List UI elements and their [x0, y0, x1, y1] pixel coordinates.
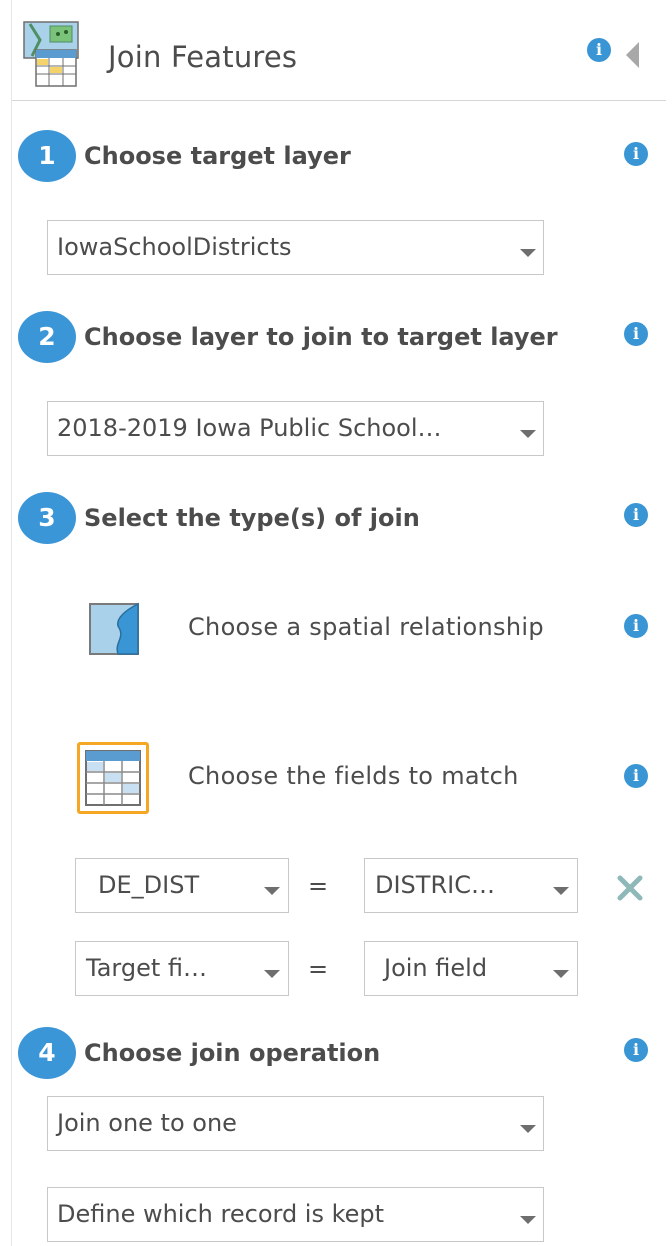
join-operation-value: Join one to one: [57, 1109, 237, 1137]
spatial-relationship-label[interactable]: Choose a spatial relationship: [188, 613, 544, 641]
spatial-relationship-icon[interactable]: [88, 602, 140, 656]
join-operation-dropdown[interactable]: Join one to one: [47, 1096, 544, 1151]
join-features-icon: [23, 21, 79, 87]
panel-header: Join Features i: [0, 0, 672, 101]
target-field-dropdown[interactable]: Target fi…: [75, 941, 289, 996]
join-field-dropdown[interactable]: DISTRIC…: [364, 858, 578, 913]
chevron-down-icon: [520, 1216, 536, 1224]
target-field-value: DE_DIST: [98, 871, 200, 899]
close-x-icon[interactable]: [614, 872, 646, 904]
step-4-label: Choose join operation: [84, 1039, 381, 1067]
equals-operator: =: [308, 872, 329, 900]
step-4-number: 4: [18, 1027, 76, 1079]
target-field-value: Target fi…: [86, 954, 207, 982]
join-layer-dropdown[interactable]: 2018-2019 Iowa Public School…: [47, 401, 544, 456]
step-2-number: 2: [18, 311, 76, 363]
chevron-down-icon: [520, 430, 536, 438]
chevron-down-icon: [264, 887, 280, 895]
join-layer-value: 2018-2019 Iowa Public School…: [57, 414, 442, 442]
step-1-label: Choose target layer: [84, 142, 351, 170]
target-field-dropdown[interactable]: DE_DIST: [75, 858, 289, 913]
info-icon[interactable]: i: [624, 503, 648, 527]
target-layer-value: IowaSchoolDistricts: [57, 233, 292, 261]
step-2-label: Choose layer to join to target layer: [84, 323, 558, 351]
collapse-left-icon[interactable]: [626, 42, 639, 68]
record-kept-value: Define which record is kept: [57, 1200, 385, 1228]
info-icon[interactable]: i: [624, 764, 648, 788]
header-divider: [12, 100, 666, 101]
step-3-number: 3: [18, 492, 76, 544]
join-field-dropdown[interactable]: Join field: [364, 941, 578, 996]
target-layer-dropdown[interactable]: IowaSchoolDistricts: [47, 220, 544, 275]
join-field-value: Join field: [384, 954, 488, 982]
info-icon[interactable]: i: [587, 38, 611, 62]
chevron-down-icon: [553, 887, 569, 895]
record-kept-dropdown[interactable]: Define which record is kept: [47, 1187, 544, 1242]
step-3-label: Select the type(s) of join: [84, 504, 420, 532]
info-icon[interactable]: i: [624, 142, 648, 166]
info-icon[interactable]: i: [624, 1038, 648, 1062]
page-title: Join Features: [108, 40, 298, 74]
chevron-down-icon: [520, 249, 536, 257]
info-icon[interactable]: i: [624, 322, 648, 346]
fields-match-option[interactable]: [77, 742, 149, 814]
info-icon[interactable]: i: [624, 614, 648, 638]
panel-left-border: [11, 0, 12, 1246]
attribute-table-icon: [85, 750, 141, 806]
chevron-down-icon: [520, 1125, 536, 1133]
fields-match-label[interactable]: Choose the fields to match: [188, 762, 519, 790]
equals-operator: =: [308, 955, 329, 983]
chevron-down-icon: [264, 970, 280, 978]
step-1-number: 1: [18, 130, 76, 182]
chevron-down-icon: [553, 970, 569, 978]
join-field-value: DISTRIC…: [375, 871, 495, 899]
